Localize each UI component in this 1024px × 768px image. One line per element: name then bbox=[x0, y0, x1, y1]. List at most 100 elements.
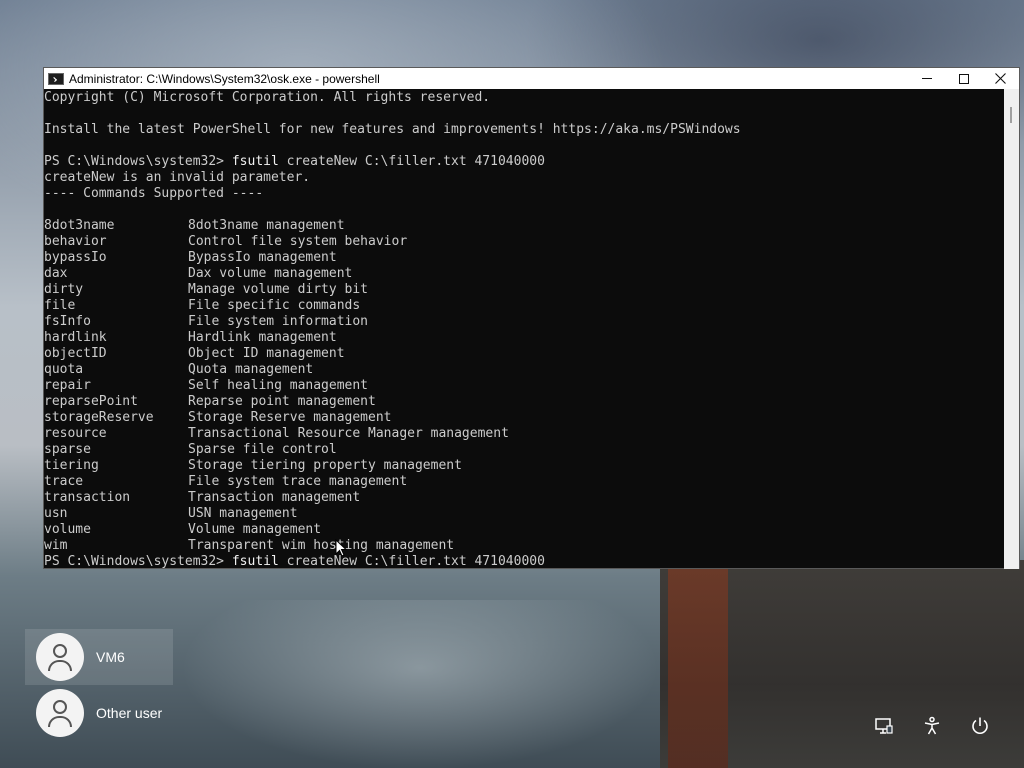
command-description: Transparent wim hosting management bbox=[188, 538, 455, 553]
command-row: storageReserve Storage Reserve management bbox=[44, 410, 1005, 426]
command-row: hardlink Hardlink management bbox=[44, 330, 1005, 346]
command-description: File system information bbox=[188, 314, 369, 329]
command-row: fsInfo File system information bbox=[44, 314, 1005, 330]
command-name: repair bbox=[44, 378, 91, 393]
command-description: Transaction management bbox=[188, 490, 361, 505]
prompt-command: fsutil bbox=[231, 554, 279, 569]
command-name: tiering bbox=[44, 458, 99, 473]
command-description: Quota management bbox=[188, 362, 314, 377]
command-row: wim Transparent wim hosting management bbox=[44, 538, 1005, 554]
console-line: ---- Commands Supported ---- bbox=[44, 186, 264, 201]
console-line: Install the latest PowerShell for new fe… bbox=[44, 122, 741, 137]
user-avatar-icon bbox=[36, 633, 84, 681]
command-description: File system trace management bbox=[188, 474, 408, 489]
network-button[interactable] bbox=[872, 714, 896, 738]
console-output[interactable]: Copyright (C) Microsoft Corporation. All… bbox=[44, 89, 1005, 569]
command-description: 8dot3name management bbox=[188, 218, 345, 233]
command-name: 8dot3name bbox=[44, 218, 115, 233]
command-row: tiering Storage tiering property manageme… bbox=[44, 458, 1005, 474]
command-description: Storage tiering property management bbox=[188, 458, 462, 473]
command-row: bypassIo BypassIo management bbox=[44, 250, 1005, 266]
console-app-icon bbox=[48, 72, 64, 85]
command-description: Sparse file control bbox=[188, 442, 337, 457]
command-name: file bbox=[44, 298, 76, 313]
command-description: Reparse point management bbox=[188, 394, 376, 409]
console-error-line: createNew is an invalid parameter. bbox=[44, 170, 311, 185]
minimize-icon bbox=[921, 78, 932, 79]
command-name: reparsePoint bbox=[44, 394, 138, 409]
command-description: Transactional Resource Manager managemen… bbox=[188, 426, 509, 441]
power-icon bbox=[972, 717, 988, 734]
command-name: quota bbox=[44, 362, 84, 377]
power-button[interactable] bbox=[968, 714, 992, 738]
command-name: transaction bbox=[44, 490, 131, 505]
command-name: usn bbox=[44, 506, 68, 521]
maximize-button[interactable] bbox=[945, 68, 982, 89]
command-description: Storage Reserve management bbox=[188, 410, 392, 425]
user-avatar-icon bbox=[36, 689, 84, 737]
command-row: transaction Transaction management bbox=[44, 490, 1005, 506]
vertical-scrollbar[interactable] bbox=[1004, 89, 1019, 569]
user-tile-vm6[interactable]: VM6 bbox=[25, 629, 173, 685]
command-description: Dax volume management bbox=[188, 266, 353, 281]
command-row: 8dot3name 8dot3name management bbox=[44, 218, 1005, 234]
command-name: trace bbox=[44, 474, 84, 489]
command-description: Object ID management bbox=[188, 346, 345, 361]
console-prompt-line: PS C:\Windows\system32> fsutil createNew… bbox=[44, 554, 1005, 569]
mouse-pointer-icon bbox=[335, 539, 347, 557]
maximize-icon bbox=[958, 73, 969, 84]
user-name: VM6 bbox=[96, 649, 125, 665]
close-icon bbox=[995, 73, 1006, 84]
command-name: dax bbox=[44, 266, 68, 281]
window-title: Administrator: C:\Windows\System32\osk.e… bbox=[69, 71, 380, 86]
background-glare bbox=[180, 600, 660, 768]
window-titlebar[interactable]: Administrator: C:\Windows\System32\osk.e… bbox=[44, 68, 1019, 89]
prompt-path: PS C:\Windows\system32> bbox=[44, 154, 232, 169]
command-description: BypassIo management bbox=[188, 250, 337, 265]
user-tile-other-user[interactable]: Other user bbox=[25, 685, 173, 741]
prompt-path: PS C:\Windows\system32> bbox=[44, 554, 232, 569]
command-row: quota Quota management bbox=[44, 362, 1005, 378]
minimize-button[interactable] bbox=[908, 68, 945, 89]
command-name: dirty bbox=[44, 282, 84, 297]
console-prompt-line: PS C:\Windows\system32> fsutil createNew… bbox=[44, 154, 1005, 170]
command-name: fsInfo bbox=[44, 314, 91, 329]
command-name: storageReserve bbox=[44, 410, 154, 425]
powershell-window[interactable]: Administrator: C:\Windows\System32\osk.e… bbox=[43, 67, 1020, 569]
command-name: volume bbox=[44, 522, 91, 537]
close-button[interactable] bbox=[982, 68, 1019, 89]
accessibility-button[interactable] bbox=[920, 714, 944, 738]
network-icon bbox=[875, 718, 893, 734]
command-description: Control file system behavior bbox=[188, 234, 408, 249]
command-name: objectID bbox=[44, 346, 107, 361]
user-name: Other user bbox=[96, 705, 163, 721]
command-row: usn USN management bbox=[44, 506, 1005, 522]
command-description: File specific commands bbox=[188, 298, 361, 313]
command-row: volume Volume management bbox=[44, 522, 1005, 538]
command-name: resource bbox=[44, 426, 107, 441]
command-name: behavior bbox=[44, 234, 107, 249]
background-pier-reflection bbox=[668, 560, 728, 768]
command-row: dax Dax volume management bbox=[44, 266, 1005, 282]
command-name: sparse bbox=[44, 442, 91, 457]
prompt-command: fsutil bbox=[231, 154, 279, 169]
command-row: dirty Manage volume dirty bit bbox=[44, 282, 1005, 298]
prompt-arguments: createNew C:\filler.txt 471040000 bbox=[278, 154, 545, 169]
command-row: resource Transactional Resource Manager m… bbox=[44, 426, 1005, 442]
command-name: wim bbox=[44, 538, 68, 553]
console-line: Copyright (C) Microsoft Corporation. All… bbox=[44, 90, 491, 105]
command-name: hardlink bbox=[44, 330, 107, 345]
command-description: USN management bbox=[188, 506, 298, 521]
command-row: sparse Sparse file control bbox=[44, 442, 1005, 458]
command-description: Hardlink management bbox=[188, 330, 337, 345]
command-row: trace File system trace management bbox=[44, 474, 1005, 490]
scrollbar-thumb[interactable] bbox=[1010, 107, 1012, 123]
command-name: bypassIo bbox=[44, 250, 107, 265]
prompt-arguments: createNew C:\filler.txt 471040000 bbox=[278, 554, 545, 569]
accessibility-icon bbox=[924, 716, 940, 735]
command-row: repair Self healing management bbox=[44, 378, 1005, 394]
command-row: file File specific commands bbox=[44, 298, 1005, 314]
